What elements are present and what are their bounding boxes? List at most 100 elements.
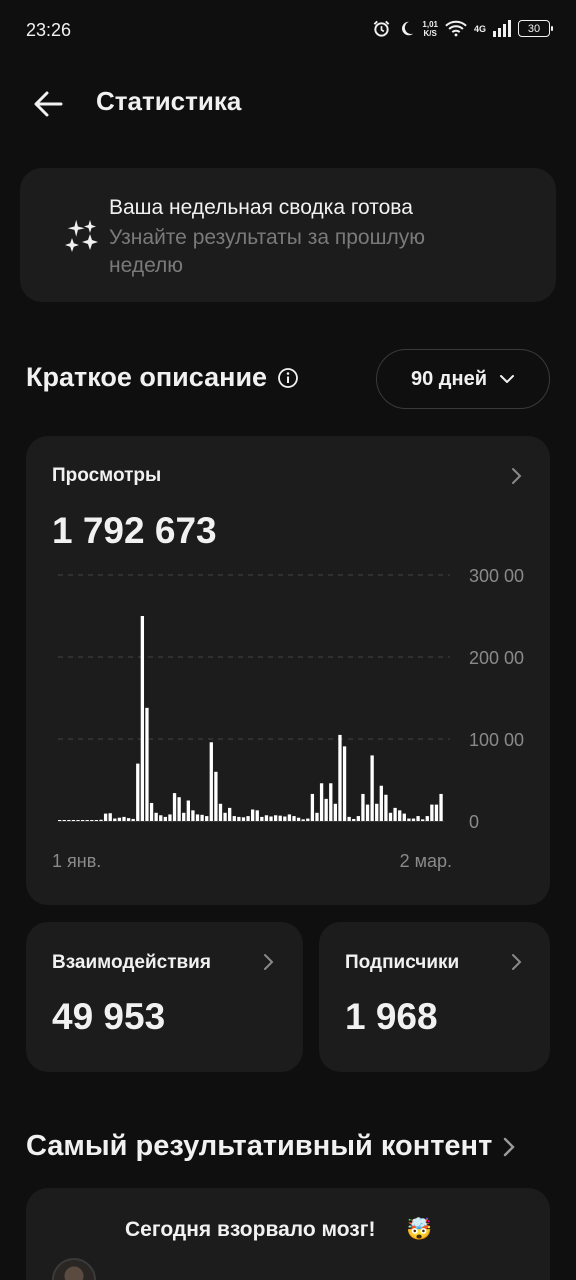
chart-bar [255,810,259,821]
interactions-card[interactable]: Взаимодействия 49 953 [26,922,303,1072]
interactions-label: Взаимодействия [52,952,211,973]
chart-bar [264,815,269,821]
chart-bar [407,818,411,821]
chart-bar [379,785,383,821]
chart-bar [251,809,255,821]
app-header: Статистика [0,70,576,136]
chart-bar [62,820,66,821]
chart-bar [375,803,379,821]
chart-bar [356,816,360,821]
views-label: Просмотры [52,465,162,486]
chart-bar [402,813,406,821]
chart-bar [200,814,204,821]
chart-bar [223,812,227,821]
chart-bar [292,816,296,821]
net-speed-unit: K/S [423,28,437,38]
chart-bar [80,820,85,821]
chart-y-tick-label: 200 00 [469,648,524,668]
range-select-label: 90 дней [411,367,487,390]
range-select[interactable]: 90 дней [376,349,550,409]
chart-bar [172,793,177,821]
arrow-left-icon [34,91,63,117]
alarm-icon [372,19,391,38]
chart-bar [195,814,200,821]
chart-bar [76,820,80,821]
post-avatar [52,1258,96,1280]
chart-bar [365,804,370,821]
chevron-right-icon [264,954,274,970]
status-bar: 23:26 1,01 K/S 4G 30 [0,0,576,62]
chart-bar [310,793,315,821]
subscribers-card[interactable]: Подписчики 1 968 [319,922,550,1072]
chart-y-tick-label: 100 00 [469,730,524,750]
chart-y-tick-label: 300 00 [469,566,524,586]
chart-bar [269,816,273,821]
back-button[interactable] [28,84,68,124]
chart-bar [237,816,241,821]
chart-bar [113,818,117,821]
chart-bar [168,814,172,821]
top-post-card[interactable]: Сегодня взорвало мозг! 🤯 [26,1188,550,1280]
chart-bar [186,800,190,821]
chart-bar [287,814,292,821]
subscribers-value: 1 968 [345,996,438,1037]
top-content-heading[interactable]: Самый результативный контент [26,1130,516,1163]
cellular-indicator: 4G [474,24,486,34]
chart-bar [333,803,338,821]
chart-bar [67,820,71,821]
chart-x-tick-label: 2 мар. [400,851,452,871]
chart-bar [90,820,94,821]
chart-bar [103,813,108,821]
status-icons: 1,01 K/S 4G 30 [372,19,553,38]
chart-bar [260,816,264,821]
weekly-summary-card[interactable]: Ваша недельная сводка готова Узнайте рез… [20,168,556,302]
chart-bar [126,818,131,821]
chart-bar [342,746,347,821]
net-speed-value: 1,01 [422,19,438,29]
chart-x-tick-label: 1 янв. [52,851,101,871]
status-time: 23:26 [26,20,72,40]
chart-bar [283,816,287,821]
chart-bar [430,804,434,821]
chart-bar [398,810,402,821]
chart-bar [191,810,195,821]
chart-bar [214,771,218,821]
chart-bar [85,820,89,821]
overview-heading: Краткое описание [26,362,299,393]
chart-bar [149,802,154,821]
chart-bar [411,818,416,821]
chart-bar [163,816,167,821]
chart-bar [352,818,356,821]
chart-bar [421,819,425,821]
chart-bar [71,820,76,821]
chart-bar [241,817,246,821]
chart-bar [278,815,282,821]
views-card[interactable]: 0 100 00 200 00 300 00 1 янв. 2 мар. Просмотр… [26,436,550,905]
chart-bar [177,797,181,821]
chart-bar [319,783,324,821]
network-generation: 4G [473,23,486,34]
chart-bar [232,816,236,821]
chart-bar [99,819,103,821]
chart-bar [94,820,99,821]
chart-bar [228,807,232,821]
chart-bar [159,815,163,821]
chart-bar [393,807,397,821]
chart-bar [388,812,393,821]
weekly-summary-subtitle: Узнайте результаты за прошлую неделю [109,226,425,277]
signal-icon [493,20,511,37]
chart-bar [324,798,328,821]
chart-bar [329,783,333,821]
chevron-down-icon [500,375,514,383]
chart-bar [108,813,112,821]
chart-bar [58,820,62,821]
chart-bar [439,793,443,821]
chart-bar [205,816,209,821]
chart-bar [416,816,420,821]
chart-bar [338,734,342,821]
chart-bar [117,817,122,821]
info-icon[interactable] [277,367,299,389]
chart-bar [154,812,158,821]
subscribers-label: Подписчики [345,952,460,973]
interactions-value: 49 953 [52,996,166,1037]
